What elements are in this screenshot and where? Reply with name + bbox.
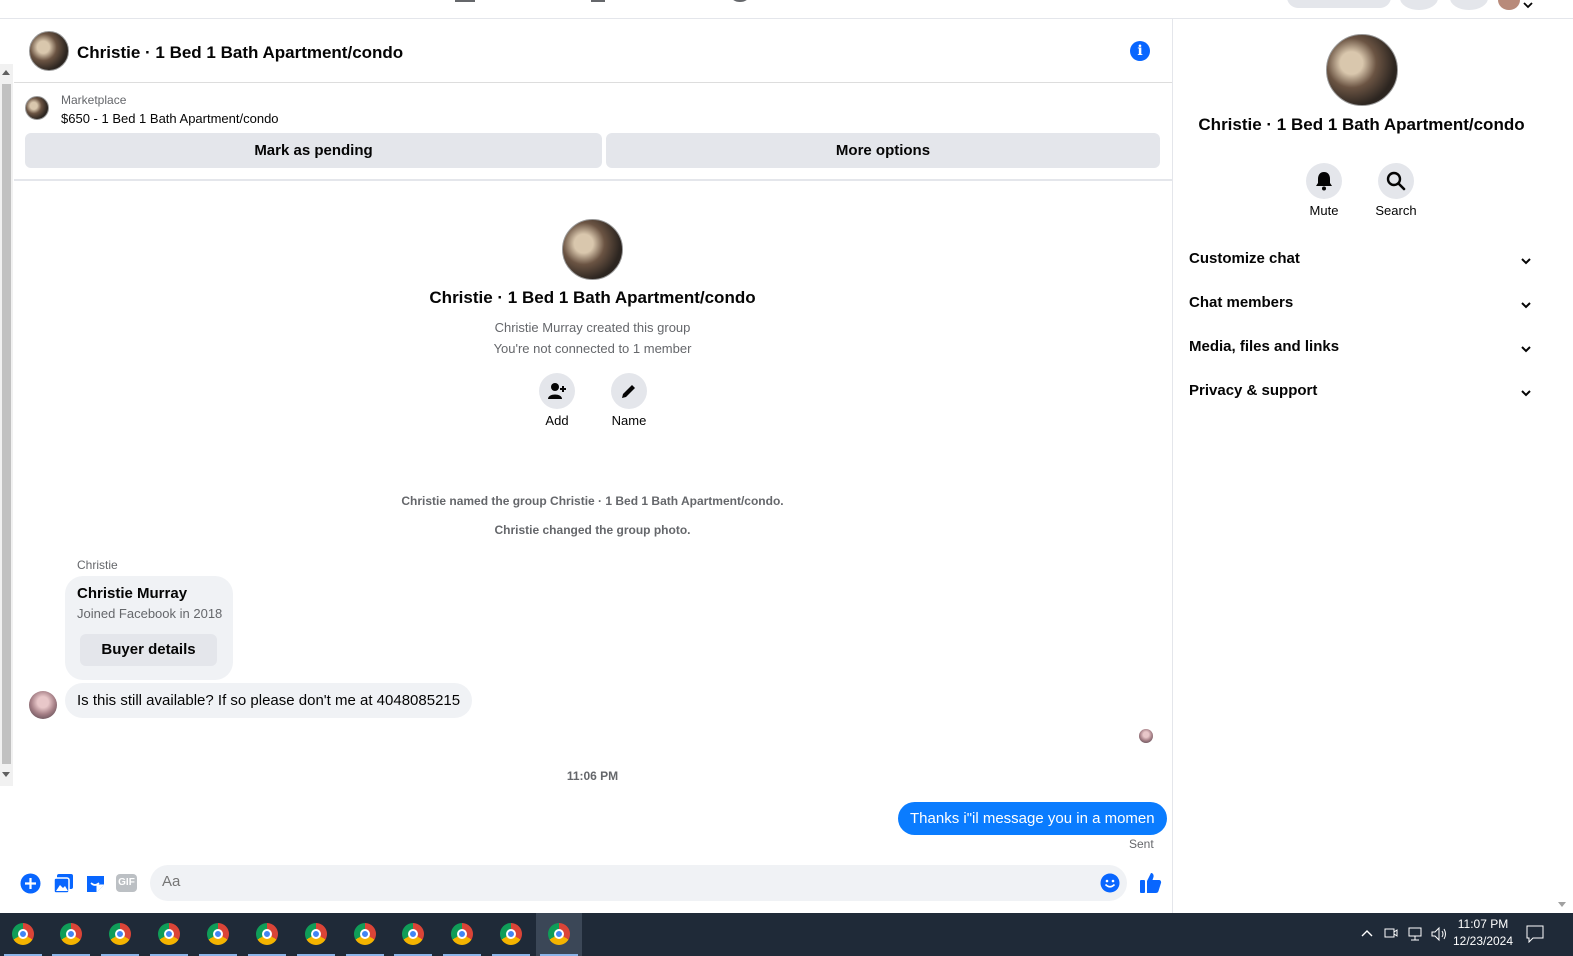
menu-icon[interactable] bbox=[1400, 0, 1438, 10]
chat-info-panel bbox=[1172, 19, 1551, 913]
photo-icon[interactable] bbox=[53, 873, 74, 894]
buyer-details-button[interactable]: Buyer details bbox=[80, 634, 217, 666]
network-icon[interactable] bbox=[1406, 926, 1424, 942]
chrome-taskbar-icon[interactable] bbox=[244, 913, 290, 956]
chevron-down-icon[interactable] bbox=[1520, 387, 1532, 399]
window-scrollbar[interactable] bbox=[1551, 19, 1573, 913]
message-input[interactable] bbox=[162, 873, 1082, 890]
group-name: Christie · 1 Bed 1 Bath Apartment/condo bbox=[429, 288, 756, 307]
scroll-thumb[interactable] bbox=[2, 84, 11, 764]
notification-center-icon[interactable] bbox=[1526, 925, 1544, 943]
mute-label: Mute bbox=[1309, 203, 1339, 218]
listing-thumbnail[interactable] bbox=[25, 96, 49, 120]
system-message: Christie changed the group photo. bbox=[494, 523, 691, 537]
chrome-taskbar-icon[interactable] bbox=[195, 913, 241, 956]
scroll-up-arrow-icon[interactable] bbox=[2, 70, 10, 75]
connection-text: You're not connected to 1 member bbox=[493, 341, 692, 356]
nav-tab-icon[interactable] bbox=[455, 0, 475, 2]
mute-button[interactable] bbox=[1306, 163, 1342, 199]
gif-icon[interactable]: GIF bbox=[116, 874, 137, 892]
chat-members-section[interactable]: Chat members bbox=[1189, 294, 1293, 311]
name-group-button[interactable] bbox=[611, 373, 647, 409]
plus-circle-icon[interactable] bbox=[20, 873, 41, 894]
panel-title: Christie · 1 Bed 1 Bath Apartment/condo bbox=[1198, 115, 1525, 134]
marketplace-label: Marketplace bbox=[61, 93, 127, 107]
top-nav-bar bbox=[0, 0, 1573, 19]
chevron-down-icon[interactable] bbox=[1520, 255, 1532, 267]
account-avatar[interactable] bbox=[1498, 0, 1520, 10]
meet-now-icon[interactable] bbox=[1384, 926, 1398, 942]
system-message: Christie named the group Christie · 1 Be… bbox=[401, 494, 784, 508]
windows-taskbar bbox=[0, 913, 1573, 956]
chrome-taskbar-icon[interactable] bbox=[439, 913, 485, 956]
clock-time: 11:07 PM bbox=[1457, 917, 1509, 931]
info-icon[interactable]: i bbox=[1130, 41, 1150, 61]
panel-group-photo[interactable] bbox=[1326, 34, 1398, 106]
chevron-up-icon[interactable] bbox=[1360, 928, 1374, 938]
system-clock[interactable]: 11:07 PM 12/23/2024 bbox=[1440, 916, 1526, 950]
divider bbox=[14, 179, 1172, 181]
chrome-taskbar-icon[interactable] bbox=[48, 913, 94, 956]
bell-icon bbox=[1316, 172, 1332, 191]
thumbs-up-icon[interactable] bbox=[1139, 871, 1162, 894]
listing-title[interactable]: $650 - 1 Bed 1 Bath Apartment/condo bbox=[61, 111, 279, 126]
group-photo[interactable] bbox=[562, 219, 623, 280]
sent-status: Sent bbox=[1129, 837, 1154, 851]
chat-title[interactable]: Christie · 1 Bed 1 Bath Apartment/condo bbox=[77, 43, 403, 63]
top-nav-pill[interactable] bbox=[1287, 0, 1391, 8]
name-label: Name bbox=[611, 413, 647, 428]
add-member-button[interactable] bbox=[539, 373, 575, 409]
emoji-icon[interactable] bbox=[1100, 873, 1120, 893]
search-label: Search bbox=[1375, 203, 1417, 218]
message-timestamp: 11:06 PM bbox=[566, 769, 619, 783]
chat-scrollbar[interactable] bbox=[0, 64, 13, 786]
buyer-joined: Joined Facebook in 2018 bbox=[77, 606, 223, 621]
chevron-down-icon[interactable] bbox=[1520, 299, 1532, 311]
sticker-icon[interactable] bbox=[85, 873, 106, 894]
buyer-name[interactable]: Christie Murray bbox=[77, 585, 187, 602]
add-label: Add bbox=[545, 413, 569, 428]
chevron-down-icon[interactable] bbox=[1523, 1, 1533, 9]
chrome-taskbar-icon[interactable] bbox=[146, 913, 192, 956]
messenger-icon[interactable] bbox=[1450, 0, 1488, 10]
sender-avatar[interactable] bbox=[29, 691, 57, 719]
pencil-icon bbox=[622, 385, 635, 398]
chrome-taskbar-icon[interactable] bbox=[342, 913, 388, 956]
nav-tab-icon[interactable] bbox=[591, 0, 605, 2]
buyer-profile-card: Christie Murray Joined Facebook in 2018 … bbox=[65, 576, 233, 680]
search-icon bbox=[1386, 171, 1406, 191]
privacy-support-section[interactable]: Privacy & support bbox=[1189, 382, 1317, 399]
chevron-down-icon[interactable] bbox=[1520, 343, 1532, 355]
more-options-button[interactable]: More options bbox=[606, 133, 1160, 168]
chrome-taskbar-icon[interactable] bbox=[488, 913, 534, 956]
nav-tab-icon[interactable] bbox=[731, 0, 749, 2]
media-files-links-section[interactable]: Media, files and links bbox=[1189, 338, 1339, 355]
chrome-taskbar-icon-active[interactable] bbox=[536, 913, 582, 956]
incoming-message[interactable]: Is this still available? If so please do… bbox=[65, 683, 473, 718]
scroll-down-arrow-icon[interactable] bbox=[1558, 902, 1566, 907]
chrome-taskbar-icon[interactable] bbox=[390, 913, 436, 956]
sender-name: Christie bbox=[77, 558, 118, 572]
chrome-taskbar-icon[interactable] bbox=[97, 913, 143, 956]
search-button[interactable] bbox=[1378, 163, 1414, 199]
chrome-taskbar-icon[interactable] bbox=[0, 913, 46, 956]
message-composer[interactable] bbox=[150, 865, 1127, 901]
mark-as-pending-button[interactable]: Mark as pending bbox=[25, 133, 602, 168]
add-person-icon bbox=[548, 383, 566, 399]
outgoing-message[interactable]: Thanks i"il message you in a momen bbox=[898, 802, 1167, 835]
scroll-down-arrow-icon[interactable] bbox=[2, 772, 10, 777]
group-created-text: Christie Murray created this group bbox=[494, 320, 691, 335]
clock-date: 12/23/2024 bbox=[1452, 934, 1514, 948]
read-receipt-avatar bbox=[1139, 729, 1153, 743]
customize-chat-section[interactable]: Customize chat bbox=[1189, 250, 1300, 267]
chrome-taskbar-icon[interactable] bbox=[293, 913, 339, 956]
chat-avatar[interactable] bbox=[29, 31, 69, 71]
